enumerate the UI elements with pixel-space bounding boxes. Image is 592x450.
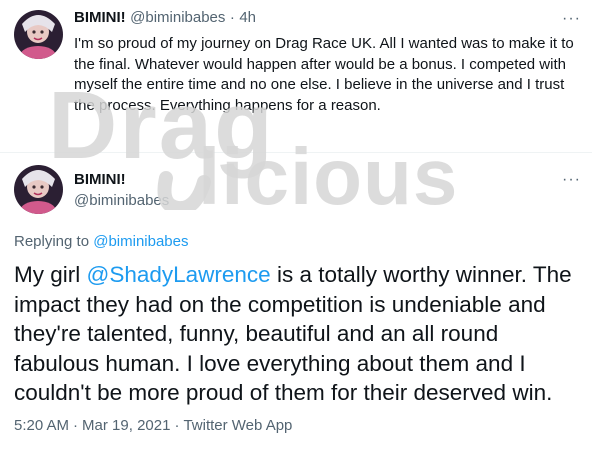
more-options-icon[interactable]: ··· <box>562 11 581 27</box>
meta-dot: · <box>73 417 79 434</box>
tweet-time[interactable]: 5:20 AM <box>14 417 69 434</box>
tweet-text: My girl @ShadyLawrence is a totally wort… <box>14 260 584 408</box>
display-name[interactable]: BIMINI! <box>74 171 126 188</box>
more-options-icon[interactable]: ··· <box>562 172 581 188</box>
tweet-text-before: My girl <box>14 262 87 287</box>
replying-prefix: Replying to <box>14 233 90 250</box>
avatar-image <box>14 165 63 214</box>
replying-to: Replying to @biminibabes <box>14 233 189 250</box>
timestamp[interactable]: 4h <box>239 9 256 26</box>
first-tweet-header: BIMINI! @biminibabes · 4h <box>74 9 256 27</box>
avatar-image <box>14 10 63 59</box>
tweet-text: I'm so proud of my journey on Drag Race … <box>74 35 574 114</box>
meta-dot: · <box>174 417 180 434</box>
replying-handle-link[interactable]: @biminibabes <box>93 233 188 250</box>
tweet-date[interactable]: Mar 19, 2021 <box>82 417 170 434</box>
avatar[interactable] <box>14 10 63 59</box>
mention-link[interactable]: @ShadyLawrence <box>87 262 271 287</box>
separator: · <box>229 9 235 26</box>
avatar[interactable] <box>14 165 63 214</box>
handle[interactable]: @biminibabes <box>130 9 225 26</box>
display-name[interactable]: BIMINI! <box>74 9 126 26</box>
first-tweet[interactable]: BIMINI! @biminibabes · 4h ··· I'm so pro… <box>0 0 592 152</box>
handle[interactable]: @biminibabes <box>74 192 169 209</box>
tweet-meta: 5:20 AM · Mar 19, 2021 · Twitter Web App <box>14 417 296 434</box>
tweet-source[interactable]: Twitter Web App <box>183 417 292 434</box>
